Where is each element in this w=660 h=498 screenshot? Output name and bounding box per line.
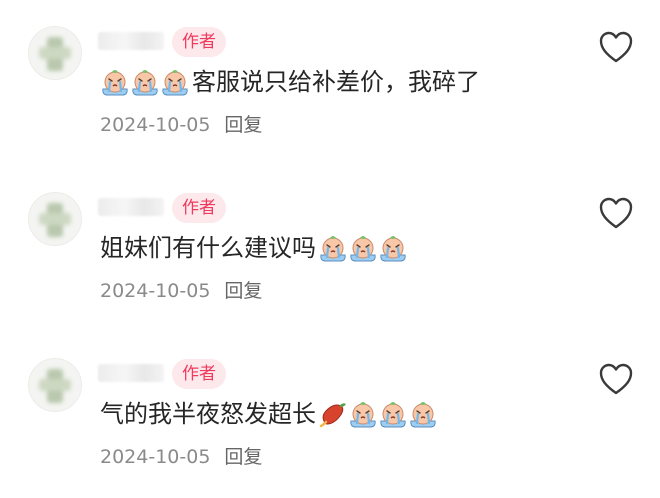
comment-meta: 2024-10-05 回复 bbox=[100, 278, 262, 304]
comment-item: 作者 姐妹们有什么建议吗 2024-10-05 回复 bbox=[0, 166, 660, 332]
comment-text: 姐妹们有什么建议吗 bbox=[100, 234, 316, 262]
crying-face-icon bbox=[408, 399, 438, 429]
crying-face-icon bbox=[160, 67, 190, 97]
comment-text-row: 客服说只给补差价，我碎了 bbox=[100, 64, 480, 100]
avatar[interactable] bbox=[28, 358, 82, 412]
crying-face-icon bbox=[378, 399, 408, 429]
avatar[interactable] bbox=[28, 26, 82, 80]
comment-meta: 2024-10-05 回复 bbox=[100, 444, 262, 470]
author-badge: 作者 bbox=[172, 27, 226, 57]
comment-text-row: 姐妹们有什么建议吗 bbox=[100, 230, 408, 266]
like-heart-icon[interactable] bbox=[598, 30, 634, 64]
comment-item: 作者 客服说只给补差价，我碎了 2024-10-05 回复 bbox=[0, 0, 660, 166]
emoji-group bbox=[100, 67, 190, 97]
comment-item: 作者 气的我半夜怒发超长 2024-10-05 回复 bbox=[0, 332, 660, 498]
crying-face-icon bbox=[130, 67, 160, 97]
sweet-potato-icon bbox=[318, 399, 348, 429]
emoji-group bbox=[318, 233, 408, 263]
crying-face-icon bbox=[100, 67, 130, 97]
username[interactable] bbox=[98, 364, 164, 382]
reply-button[interactable]: 回复 bbox=[224, 280, 262, 302]
comment-text: 客服说只给补差价，我碎了 bbox=[192, 68, 480, 96]
comment-date: 2024-10-05 bbox=[100, 280, 211, 302]
username[interactable] bbox=[98, 32, 164, 50]
username[interactable] bbox=[98, 198, 164, 216]
crying-face-icon bbox=[378, 233, 408, 263]
like-heart-icon[interactable] bbox=[598, 196, 634, 230]
comment-date: 2024-10-05 bbox=[100, 114, 211, 136]
crying-face-icon bbox=[348, 233, 378, 263]
comment-meta: 2024-10-05 回复 bbox=[100, 112, 262, 138]
reply-button[interactable]: 回复 bbox=[224, 446, 262, 468]
author-badge: 作者 bbox=[172, 193, 226, 223]
crying-face-icon bbox=[318, 233, 348, 263]
author-badge: 作者 bbox=[172, 359, 226, 389]
crying-face-icon bbox=[348, 399, 378, 429]
comment-text-row: 气的我半夜怒发超长 bbox=[100, 396, 438, 432]
comment-text: 气的我半夜怒发超长 bbox=[100, 400, 316, 428]
comment-date: 2024-10-05 bbox=[100, 446, 211, 468]
like-heart-icon[interactable] bbox=[598, 362, 634, 396]
avatar[interactable] bbox=[28, 192, 82, 246]
emoji-group bbox=[318, 399, 438, 429]
reply-button[interactable]: 回复 bbox=[224, 114, 262, 136]
